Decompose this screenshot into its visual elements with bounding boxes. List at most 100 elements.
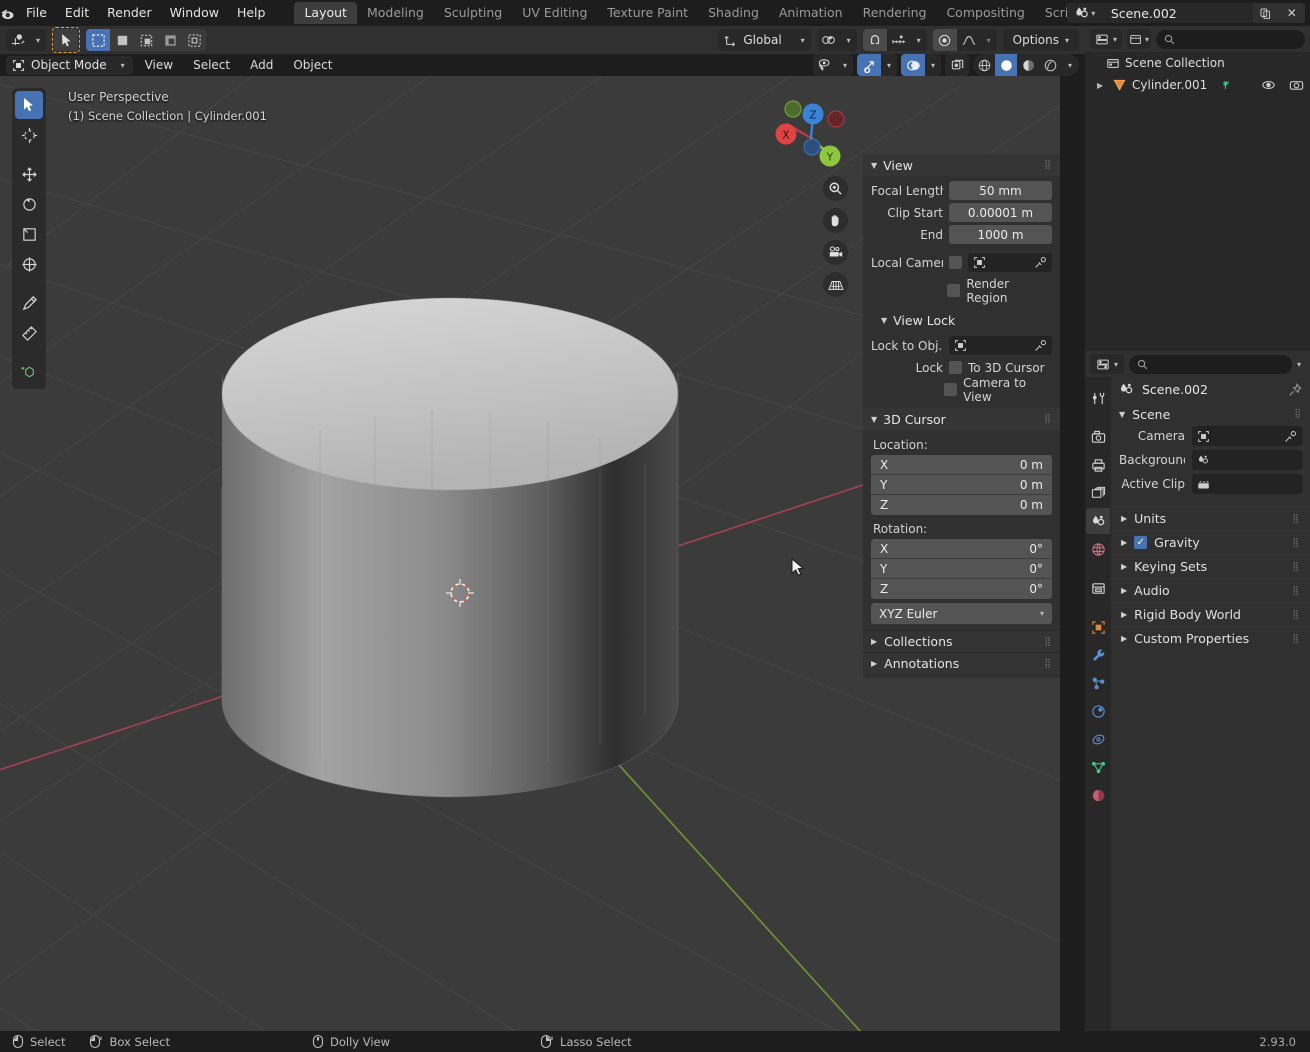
outliner-editor-type-selector[interactable]: ▾	[1090, 29, 1123, 49]
wireframe-shading-icon[interactable]	[973, 54, 995, 76]
lock-to-object-field[interactable]	[949, 336, 1052, 355]
properties-tab-material[interactable]	[1086, 782, 1110, 808]
pin-icon[interactable]	[1288, 382, 1302, 397]
properties-tab-scene[interactable]	[1086, 508, 1110, 534]
menu-help[interactable]: Help	[228, 2, 275, 24]
rigid-body-world-panel-header[interactable]: ▶ Rigid Body World ⣿	[1111, 602, 1310, 626]
visibility-chevron-icon[interactable]: ▾	[837, 54, 853, 76]
pivot-chevron-icon[interactable]: ▾	[841, 29, 857, 51]
viewport-menu-object[interactable]: Object	[285, 56, 340, 75]
clip-end-field[interactable]: 1000 m	[949, 225, 1052, 244]
background-scene-field[interactable]	[1192, 450, 1302, 470]
visibility-eye-icon[interactable]	[813, 54, 837, 76]
units-panel-header[interactable]: ▶ Units ⣿	[1111, 506, 1310, 530]
camera-view-icon[interactable]	[823, 240, 848, 265]
workspace-tab-modeling[interactable]: Modeling	[357, 2, 434, 24]
menu-window[interactable]: Window	[161, 2, 228, 24]
menu-render[interactable]: Render	[98, 2, 161, 24]
cursor-tool-icon[interactable]	[6, 29, 30, 51]
properties-tab-view-layer[interactable]	[1086, 480, 1110, 506]
keying-sets-panel-header[interactable]: ▶ Keying Sets ⣿	[1111, 554, 1310, 578]
show-overlays-icon[interactable]	[901, 54, 925, 76]
custom-properties-panel-header[interactable]: ▶ Custom Properties ⣿	[1111, 626, 1310, 650]
workspace-tab-scripting[interactable]: Scri	[1035, 2, 1067, 24]
snap-increment-icon[interactable]	[887, 29, 911, 51]
workspace-tab-layout[interactable]: Layout	[294, 2, 357, 24]
scene-icon[interactable]: ▾	[1066, 3, 1103, 23]
show-gizmo-icon[interactable]	[857, 54, 881, 76]
overlays-selector[interactable]: ▾	[901, 54, 941, 76]
focal-length-field[interactable]: 50 mm	[949, 181, 1052, 200]
properties-tab-object[interactable]	[1086, 614, 1110, 640]
hide-in-viewport-eye-icon[interactable]	[1261, 79, 1276, 91]
menu-edit[interactable]: Edit	[56, 2, 98, 24]
pan-hand-icon[interactable]	[823, 208, 848, 233]
tool-rotate-icon[interactable]	[15, 190, 43, 218]
pivot-point-icon[interactable]	[817, 29, 841, 51]
shading-mode-group[interactable]: ▾	[973, 54, 1079, 76]
toggle-perspective-icon[interactable]	[823, 272, 848, 297]
cursor-rotation-x[interactable]: X 0°	[871, 539, 1052, 559]
properties-tab-collection[interactable]	[1086, 575, 1110, 601]
cursor-location-y[interactable]: Y 0 m	[871, 475, 1052, 495]
visibility-selector[interactable]: ▾	[813, 54, 853, 76]
material-preview-shading-icon[interactable]	[1017, 54, 1039, 76]
shading-chevron-icon[interactable]: ▾	[1061, 54, 1079, 76]
falloff-chevron-icon[interactable]: ▾	[981, 29, 997, 51]
solid-shading-icon[interactable]	[995, 54, 1017, 76]
rendered-shading-icon[interactable]	[1039, 54, 1061, 76]
properties-search-input[interactable]	[1129, 354, 1292, 374]
outliner-display-mode-icon[interactable]: ▾	[1127, 29, 1152, 49]
mesh-data-icon[interactable]	[1222, 79, 1234, 92]
eyedropper-icon[interactable]	[1284, 430, 1297, 443]
viewport-menu-view[interactable]: View	[137, 56, 181, 75]
scene-panel-header[interactable]: ▼ Scene ⣿	[1111, 402, 1310, 426]
properties-tab-particles[interactable]	[1086, 670, 1110, 696]
lock-to-3d-cursor-checkbox[interactable]	[949, 361, 962, 374]
lock-camera-to-view-checkbox[interactable]	[944, 383, 958, 396]
viewport-menu-select[interactable]: Select	[185, 56, 238, 75]
select-tool-active[interactable]	[52, 27, 80, 53]
properties-tab-tool[interactable]	[1086, 385, 1110, 411]
select-subtract-icon[interactable]	[134, 29, 158, 51]
new-scene-button[interactable]	[1252, 3, 1279, 23]
snap-chevron-icon[interactable]: ▾	[911, 29, 927, 51]
properties-tab-output[interactable]	[1086, 452, 1110, 478]
outliner-row-scene-collection[interactable]: ▶ Scene Collection	[1085, 52, 1310, 74]
properties-tab-world[interactable]	[1086, 536, 1110, 562]
navigation-gizmo[interactable]: Z X Y	[771, 94, 845, 168]
select-mode-group[interactable]	[86, 29, 206, 51]
select-extend-icon[interactable]	[110, 29, 134, 51]
workspace-tab-sculpting[interactable]: Sculpting	[434, 2, 512, 24]
camera-field[interactable]	[1192, 426, 1302, 446]
local-camera-checkbox[interactable]	[949, 256, 962, 269]
menu-file[interactable]: File	[17, 2, 56, 24]
gravity-panel-header[interactable]: ▶ ✓ Gravity ⣿	[1111, 530, 1310, 554]
scene-name-field[interactable]: Scene.002	[1102, 3, 1253, 23]
tool-annotate-icon[interactable]	[15, 289, 43, 317]
snap-pivot-selector[interactable]: ▾	[816, 29, 857, 51]
outliner-row-object[interactable]: ▶ Cylinder.001	[1085, 74, 1310, 96]
annotations-panel-header[interactable]: ▶ Annotations ⣿	[863, 652, 1060, 674]
audio-panel-header[interactable]: ▶ Audio ⣿	[1111, 578, 1310, 602]
blender-logo-icon[interactable]	[0, 0, 17, 26]
tool-add-cube-icon[interactable]	[15, 358, 43, 386]
zoom-icon[interactable]	[823, 176, 848, 201]
3d-cursor-panel-header[interactable]: ▼ 3D Cursor ⣿	[863, 408, 1060, 430]
interaction-mode-selector[interactable]: Object Mode ▾	[6, 55, 133, 75]
workspace-tab-uv-editing[interactable]: UV Editing	[512, 2, 597, 24]
workspace-tab-shading[interactable]: Shading	[698, 2, 769, 24]
tool-move-icon[interactable]	[15, 160, 43, 188]
cursor-location-x[interactable]: X 0 m	[871, 455, 1052, 475]
proportional-edit-icon[interactable]	[932, 29, 957, 51]
tool-scale-icon[interactable]	[15, 220, 43, 248]
render-region-checkbox[interactable]	[947, 284, 961, 297]
3d-viewport[interactable]: User Perspective (1) Scene Collection | …	[0, 76, 1060, 1031]
cursor-rotation-z[interactable]: Z 0°	[871, 579, 1052, 599]
workspace-tab-compositing[interactable]: Compositing	[936, 2, 1034, 24]
xray-toggle[interactable]	[945, 54, 969, 76]
collections-panel-header[interactable]: ▶ Collections ⣿	[863, 630, 1060, 652]
workspace-tab-animation[interactable]: Animation	[769, 2, 853, 24]
snap-magnet-icon[interactable]	[862, 29, 887, 51]
cursor-location-z[interactable]: Z 0 m	[871, 495, 1052, 515]
